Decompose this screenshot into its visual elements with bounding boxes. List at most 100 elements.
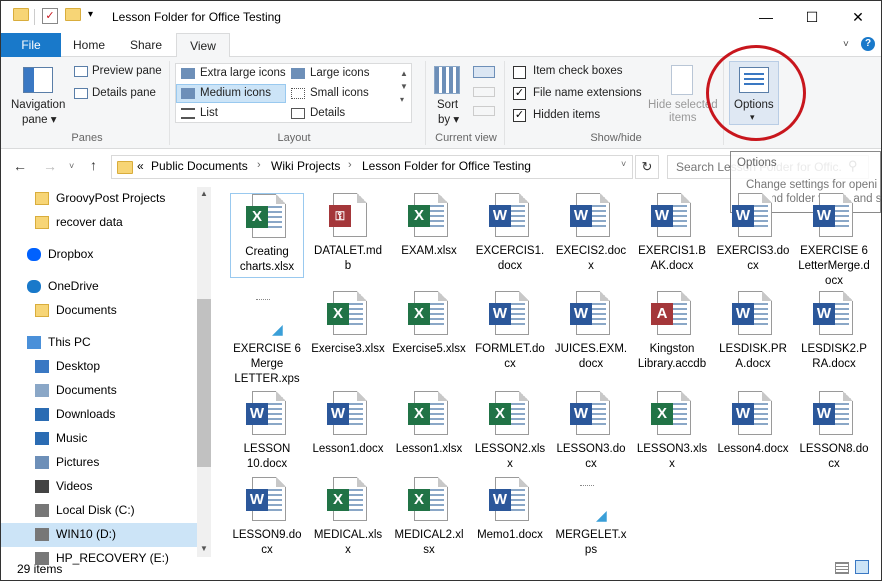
file-item[interactable]: X MEDICAL.xlsx — [311, 477, 385, 558]
file-item[interactable]: W EXERCISE 6 LetterMerge.docx — [797, 193, 871, 289]
details-pane-button[interactable]: Details pane — [92, 87, 156, 99]
breadcrumb-overflow[interactable]: « — [137, 159, 144, 173]
tab-share[interactable]: Share — [119, 33, 173, 57]
hidden-items-checkbox[interactable]: ✓ — [513, 109, 526, 122]
sort-by-button[interactable]: Sort — [437, 99, 458, 111]
new-folder-icon[interactable] — [65, 8, 81, 24]
breadcrumb-item[interactable]: Lesson Folder for Office Testing — [362, 159, 531, 173]
excel-file-icon: X — [487, 391, 533, 437]
sidebar-item[interactable]: GroovyPost Projects — [1, 187, 197, 211]
file-item[interactable]: W LESSON8.docx — [797, 391, 871, 472]
hide-selected-items-button-sub[interactable]: items — [669, 112, 696, 124]
size-columns-icon[interactable] — [473, 106, 495, 116]
file-item[interactable]: X MEDICAL2.xlsx — [392, 477, 466, 558]
large-icons-option[interactable]: Large icons — [310, 67, 369, 79]
file-item[interactable]: X LESSON2.xlsx — [473, 391, 547, 472]
qat-dropdown-icon[interactable]: ▾ — [88, 9, 93, 20]
scroll-down-arrow[interactable]: ▼ — [200, 544, 208, 553]
back-arrow-icon[interactable]: ← — [13, 158, 27, 174]
file-item[interactable]: W EXERCIS3.docx — [716, 193, 790, 274]
tab-file[interactable]: File — [1, 33, 61, 57]
word-file-icon: W — [568, 193, 614, 239]
forward-arrow-icon[interactable]: → — [43, 158, 57, 174]
sidebar-item[interactable]: HP_RECOVERY (E:) — [1, 547, 197, 571]
help-icon[interactable]: ? — [861, 37, 875, 51]
file-item[interactable]: W Lesson1.docx — [311, 391, 385, 457]
sidebar-item[interactable]: Documents — [1, 299, 197, 323]
address-dropdown-icon[interactable]: ˅ — [621, 159, 626, 169]
sort-by-icon — [434, 66, 460, 94]
recent-locations-icon[interactable]: ˅ — [69, 161, 74, 171]
file-item[interactable]: ◢ MERGELET.xps — [554, 477, 628, 558]
tab-home[interactable]: Home — [63, 33, 115, 57]
sidebar-item[interactable]: WIN10 (D:) — [1, 523, 197, 547]
sidebar-item[interactable]: Documents — [1, 379, 197, 403]
breadcrumb-separator-icon[interactable]: › — [348, 159, 352, 171]
file-item[interactable]: W Memo1.docx — [473, 477, 547, 543]
file-name: LESSON3.xlsx — [636, 443, 708, 470]
properties-icon[interactable]: ✓ — [42, 8, 58, 24]
file-name-extensions-checkbox[interactable]: ✓ — [513, 87, 526, 100]
sidebar-item[interactable]: Downloads — [1, 403, 197, 427]
file-item[interactable]: W LESSON3.docx — [554, 391, 628, 472]
tab-view[interactable]: View — [176, 33, 230, 58]
word-file-icon: W — [649, 193, 695, 239]
navigation-pane-button-sub[interactable]: pane ▾ — [22, 112, 57, 126]
sidebar-item[interactable]: Dropbox — [1, 243, 197, 267]
scroll-up-arrow[interactable]: ▲ — [200, 189, 208, 198]
details-option[interactable]: Details — [310, 107, 345, 119]
medium-icons-option[interactable]: Medium icons — [200, 87, 271, 99]
breadcrumb-item[interactable]: Public Documents — [151, 159, 248, 173]
file-item[interactable]: A Kingston Library.accdb — [635, 291, 709, 372]
sidebar-item[interactable]: Desktop — [1, 355, 197, 379]
preview-pane-button[interactable]: Preview pane — [92, 65, 162, 77]
file-item[interactable]: W FORMLET.docx — [473, 291, 547, 372]
file-name: EXERCIS3.docx — [716, 245, 790, 272]
sidebar-item[interactable]: This PC — [1, 331, 197, 355]
file-item[interactable]: W EXECIS2.docx — [554, 193, 628, 274]
item-check-boxes-checkbox[interactable] — [513, 66, 526, 79]
sidebar-item[interactable]: Pictures — [1, 451, 197, 475]
close-button[interactable]: ✕ — [835, 1, 881, 33]
file-item[interactable]: X Creating charts.xlsx — [230, 193, 304, 278]
gallery-scroll-arrows[interactable]: ▲ ▼ ▾ — [400, 67, 408, 106]
breadcrumb-item[interactable]: Wiki Projects — [271, 159, 340, 173]
file-item[interactable]: X EXAM.xlsx — [392, 193, 466, 259]
maximize-button[interactable]: ☐ — [789, 1, 835, 33]
file-item[interactable]: X LESSON3.xlsx — [635, 391, 709, 472]
sidebar-item[interactable]: Music — [1, 427, 197, 451]
file-item[interactable]: X Lesson1.xlsx — [392, 391, 466, 457]
file-item[interactable]: W LESSON 10.docx — [230, 391, 304, 472]
refresh-icon[interactable]: ↻ — [635, 155, 659, 179]
small-icons-option[interactable]: Small icons — [310, 87, 369, 99]
file-item[interactable]: W LESDISK2.PRA.docx — [797, 291, 871, 372]
large-icons-view-icon[interactable] — [855, 560, 869, 574]
file-item[interactable]: W Lesson4.docx — [716, 391, 790, 457]
extra-large-icons-option[interactable]: Extra large icons — [200, 67, 286, 79]
file-item[interactable]: ◢ EXERCISE 6 Merge LETTER.xps — [230, 291, 304, 387]
file-item[interactable]: W JUICES.EXM.docx — [554, 291, 628, 372]
sidebar-item[interactable]: OneDrive — [1, 275, 197, 299]
file-item[interactable]: W LESSON9.docx — [230, 477, 304, 558]
sidebar-item[interactable]: recover data — [1, 211, 197, 235]
details-view-icon[interactable] — [835, 562, 849, 574]
file-item[interactable]: ⚿ DATALET.mdb — [311, 193, 385, 274]
file-item[interactable]: W LESDISK.PRA.docx — [716, 291, 790, 372]
file-item[interactable]: X Exercise5.xlsx — [392, 291, 466, 357]
sidebar-item[interactable]: Local Disk (C:) — [1, 499, 197, 523]
file-item[interactable]: X Exercise3.xlsx — [311, 291, 385, 357]
sidebar-item[interactable]: Videos — [1, 475, 197, 499]
up-arrow-icon[interactable]: ↑ — [90, 157, 97, 173]
navigation-pane-icon[interactable] — [23, 67, 53, 93]
group-by-icon[interactable] — [473, 66, 495, 78]
file-item[interactable]: W EXERCIS1.BAK.docx — [635, 193, 709, 274]
navigation-pane-button[interactable]: Navigation — [11, 99, 65, 111]
breadcrumb-separator-icon[interactable]: › — [257, 159, 261, 171]
nav-scrollbar-thumb[interactable] — [197, 299, 211, 467]
chevron-down-icon[interactable]: ˅ — [843, 39, 849, 50]
minimize-button[interactable]: — — [743, 1, 789, 33]
sort-by-button-sub[interactable]: by ▾ — [438, 112, 459, 126]
add-columns-icon[interactable] — [473, 87, 495, 97]
list-option[interactable]: List — [200, 107, 218, 119]
file-item[interactable]: W EXCERCIS1.docx — [473, 193, 547, 274]
